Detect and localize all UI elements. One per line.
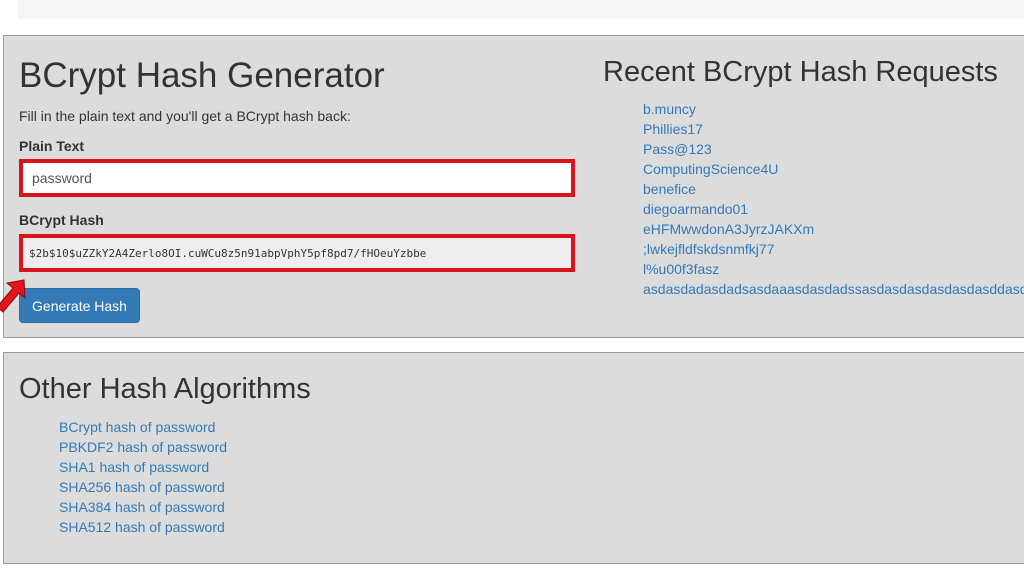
recent-request-link[interactable]: eHFMwwdonA3JyrzJAKXm <box>643 221 814 237</box>
other-algorithms-panel: Other Hash Algorithms BCrypt hash of pas… <box>3 352 1024 564</box>
algorithm-link-pbkdf2[interactable]: PBKDF2 hash of password <box>59 439 227 455</box>
generator-panel: BCrypt Hash Generator Fill in the plain … <box>3 35 1024 338</box>
recent-request-link[interactable]: b.muncy <box>643 101 696 117</box>
bcrypt-hash-label: BCrypt Hash <box>19 212 104 228</box>
list-item: benefice <box>643 179 1024 199</box>
red-arrow-icon <box>0 279 26 313</box>
list-item: Phillies17 <box>643 119 1024 139</box>
recent-request-link[interactable]: l%u00f3fasz <box>643 261 719 277</box>
plain-text-label: Plain Text <box>19 138 85 154</box>
algorithm-link-sha384[interactable]: SHA384 hash of password <box>59 499 225 515</box>
list-item: asdasdadasdadsasdaaasdasdadssasdasdasdas… <box>643 279 1024 299</box>
top-strip <box>18 0 1024 19</box>
list-item: ComputingScience4U <box>643 159 1024 179</box>
intro-text: Fill in the plain text and you'll get a … <box>19 108 351 124</box>
algorithm-link-sha512[interactable]: SHA512 hash of password <box>59 519 225 535</box>
recent-request-link[interactable]: Pass@123 <box>643 141 712 157</box>
plain-text-highlight <box>19 159 575 197</box>
list-item: SHA384 hash of password <box>59 497 227 517</box>
list-item: Pass@123 <box>643 139 1024 159</box>
list-item: ;lwkejfldfskdsnmfkj77 <box>643 239 1024 259</box>
other-algorithms-list: BCrypt hash of password PBKDF2 hash of p… <box>19 417 227 537</box>
recent-request-link[interactable]: ComputingScience4U <box>643 161 778 177</box>
list-item: SHA256 hash of password <box>59 477 227 497</box>
list-item: b.muncy <box>643 99 1024 119</box>
recent-request-link[interactable]: benefice <box>643 181 696 197</box>
recent-request-link[interactable]: ;lwkejfldfskdsnmfkj77 <box>643 241 775 257</box>
algorithm-link-bcrypt[interactable]: BCrypt hash of password <box>59 419 215 435</box>
bcrypt-hash-output[interactable]: $2b$10$uZZkY2A4Zerlo8OI.cuWCu8z5n91abpVp… <box>29 247 426 260</box>
list-item: PBKDF2 hash of password <box>59 437 227 457</box>
list-item: BCrypt hash of password <box>59 417 227 437</box>
algorithm-link-sha256[interactable]: SHA256 hash of password <box>59 479 225 495</box>
list-item: SHA1 hash of password <box>59 457 227 477</box>
algorithm-link-sha1[interactable]: SHA1 hash of password <box>59 459 209 475</box>
generate-hash-button[interactable]: Generate Hash <box>19 288 140 323</box>
recent-requests-title: Recent BCrypt Hash Requests <box>603 56 998 88</box>
list-item: eHFMwwdonA3JyrzJAKXm <box>643 219 1024 239</box>
list-item: diegoarmando01 <box>643 199 1024 219</box>
plain-text-input[interactable] <box>23 163 571 193</box>
recent-request-link[interactable]: diegoarmando01 <box>643 201 748 217</box>
recent-request-link[interactable]: asdasdadasdadsasdaaasdasdadssasdasdasdas… <box>643 281 1024 297</box>
recent-requests-list: b.muncy Phillies17 Pass@123 ComputingSci… <box>603 99 1024 299</box>
bcrypt-hash-highlight: $2b$10$uZZkY2A4Zerlo8OI.cuWCu8z5n91abpVp… <box>19 234 575 272</box>
page-title: BCrypt Hash Generator <box>19 56 385 95</box>
recent-request-link[interactable]: Phillies17 <box>643 121 703 137</box>
other-algorithms-title: Other Hash Algorithms <box>19 373 311 405</box>
list-item: l%u00f3fasz <box>643 259 1024 279</box>
list-item: SHA512 hash of password <box>59 517 227 537</box>
